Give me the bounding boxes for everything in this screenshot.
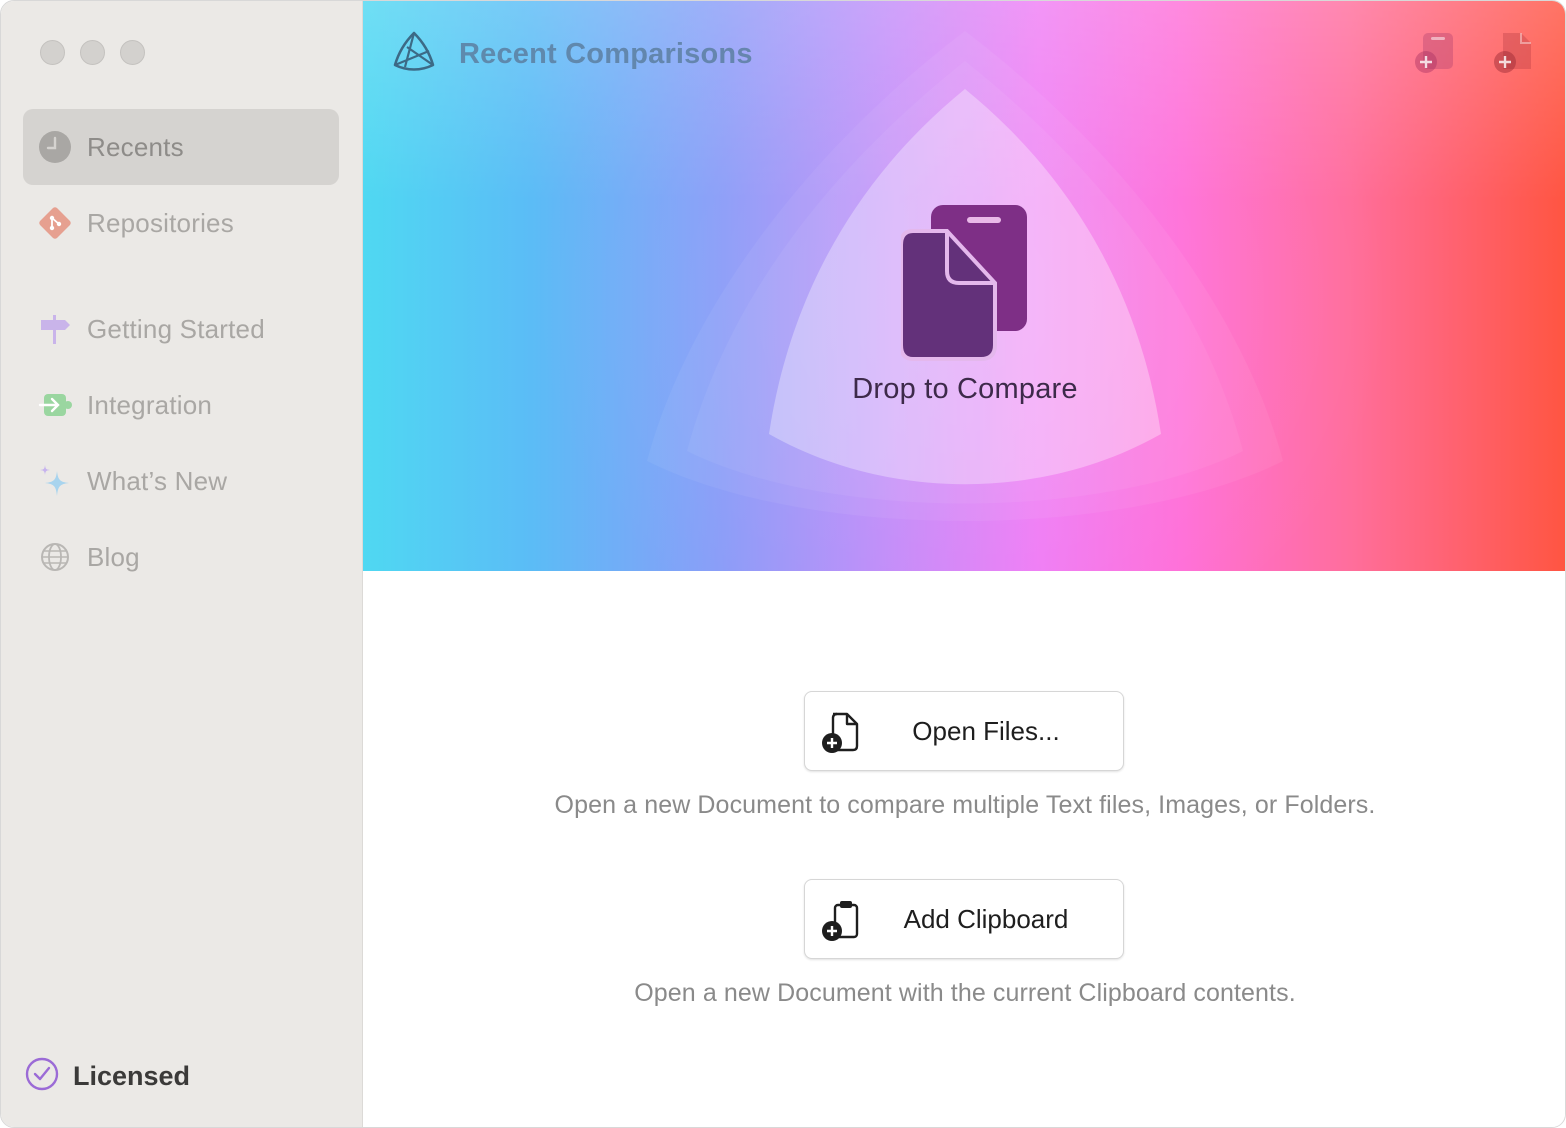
sidebar-item-label: What’s New xyxy=(87,465,228,496)
checkmark-circle-icon xyxy=(25,1057,59,1096)
new-document-button[interactable] xyxy=(1413,29,1457,77)
close-window-button[interactable] xyxy=(40,40,65,65)
new-file-icon xyxy=(1491,33,1535,81)
sidebar-item-getting-started[interactable]: Getting Started xyxy=(23,291,339,367)
window-controls xyxy=(40,40,145,65)
sidebar-item-label: Recents xyxy=(87,131,184,162)
main-content: Open Files... Open a new Document to com… xyxy=(363,571,1565,1127)
header: Recent Comparisons xyxy=(391,29,753,80)
drop-zone-hero[interactable]: Recent Comparisons Drop to Compare xyxy=(363,1,1565,571)
plug-arrow-icon xyxy=(37,387,73,423)
minimize-window-button[interactable] xyxy=(80,40,105,65)
license-label: Licensed xyxy=(73,1061,191,1091)
sidebar-item-label: Repositories xyxy=(87,207,234,238)
sparkle-icon xyxy=(37,463,73,499)
sidebar-item-label: Integration xyxy=(87,389,213,420)
sidebar-item-label: Blog xyxy=(87,541,140,572)
compare-documents-icon xyxy=(899,205,1029,366)
clipboard-plus-icon xyxy=(821,900,861,942)
sidebar-item-whats-new[interactable]: What’s New xyxy=(23,443,339,519)
drop-to-compare-label: Drop to Compare xyxy=(852,373,1078,405)
sidebar-item-blog[interactable]: Blog xyxy=(23,519,339,595)
page-title: Recent Comparisons xyxy=(459,38,753,70)
open-files-description: Open a new Document to compare multiple … xyxy=(554,791,1376,819)
open-files-button[interactable]: Open Files... xyxy=(804,691,1124,771)
new-document-icon xyxy=(1413,33,1457,81)
git-icon xyxy=(37,205,73,241)
add-clipboard-description: Open a new Document with the current Cli… xyxy=(634,979,1296,1007)
sidebar: Recents Repositories Getting Started Int… xyxy=(1,1,363,1127)
sidebar-item-repositories[interactable]: Repositories xyxy=(23,185,339,261)
open-file-plus-icon xyxy=(821,712,861,754)
globe-icon xyxy=(37,539,73,575)
new-file-button[interactable] xyxy=(1491,29,1535,77)
clock-icon xyxy=(37,129,73,165)
app-logo-icon xyxy=(391,29,437,80)
sidebar-item-recents[interactable]: Recents xyxy=(23,109,339,185)
sidebar-item-integration[interactable]: Integration xyxy=(23,367,339,443)
signpost-icon xyxy=(37,311,73,347)
sidebar-item-label: Getting Started xyxy=(87,313,265,344)
add-clipboard-button[interactable]: Add Clipboard xyxy=(804,879,1124,959)
zoom-window-button[interactable] xyxy=(120,40,145,65)
license-status[interactable]: Licensed xyxy=(25,1057,190,1096)
app-window: Recents Repositories Getting Started Int… xyxy=(0,0,1566,1128)
